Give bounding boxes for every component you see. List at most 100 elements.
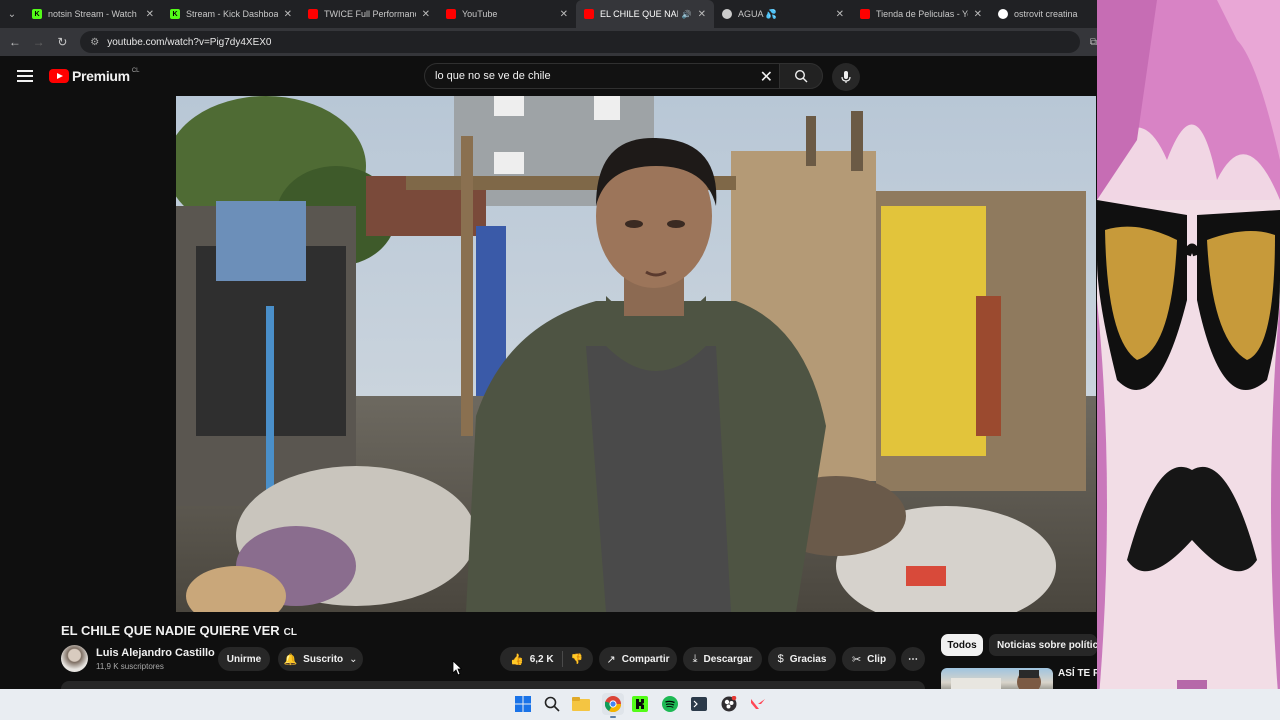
search-button[interactable] bbox=[779, 63, 823, 89]
thumbs-down-icon[interactable]: 👎 bbox=[571, 654, 583, 665]
youtube-icon bbox=[446, 9, 456, 19]
file-explorer-icon[interactable] bbox=[572, 695, 590, 713]
tab-twice-performance[interactable]: TWICE Full Performance - ✕ bbox=[300, 0, 438, 28]
reload-icon[interactable]: ↻ bbox=[51, 35, 75, 49]
subscribed-button[interactable]: 🔔 Suscrito ⌄ bbox=[278, 647, 363, 671]
logo-text: Premium bbox=[72, 68, 130, 84]
spotify-icon[interactable] bbox=[661, 695, 679, 713]
tab-ostrovit[interactable]: ostrovit creatina 300g bbox=[990, 0, 1086, 28]
like-dislike-group: 👍 6,2 K 👎 bbox=[500, 647, 593, 671]
google-icon bbox=[998, 9, 1008, 19]
thanks-label: Gracias bbox=[789, 653, 827, 665]
tab-search-button[interactable]: ⌄ bbox=[0, 0, 24, 28]
download-icon: ⤓ bbox=[692, 652, 698, 665]
site-info-icon[interactable]: ⚙ bbox=[90, 37, 99, 48]
youtube-header: Premium CL lo que no se ve de chile ✕ bbox=[0, 56, 1097, 96]
tab-kick-dashboard[interactable]: K Stream - Kick Dashboard ✕ bbox=[162, 0, 300, 28]
microphone-icon bbox=[841, 71, 851, 83]
share-button[interactable]: ↗ Compartir bbox=[599, 647, 677, 671]
video-player[interactable] bbox=[176, 96, 1096, 612]
close-icon[interactable]: ✕ bbox=[560, 9, 568, 20]
valorant-icon[interactable] bbox=[749, 695, 767, 713]
openai-icon bbox=[722, 9, 732, 19]
windows-start-icon[interactable] bbox=[514, 695, 532, 713]
chip-politics-news[interactable]: Noticias sobre política bbox=[989, 634, 1104, 656]
share-label: Compartir bbox=[621, 653, 670, 665]
cast-icon[interactable]: ⧉ bbox=[1090, 37, 1097, 48]
windows-logo bbox=[515, 696, 531, 712]
video-title: EL CHILE QUE NADIE QUIERE VER CL bbox=[61, 623, 297, 638]
mouse-pointer-icon bbox=[452, 660, 462, 676]
speaker-icon[interactable]: 🔊 bbox=[682, 10, 692, 19]
recommended-title[interactable]: ASÍ TE R bbox=[1058, 668, 1100, 679]
thumbs-up-icon[interactable]: 👍 bbox=[510, 653, 524, 666]
description-box[interactable] bbox=[61, 681, 925, 689]
share-icon: ↗ bbox=[606, 653, 616, 666]
youtube-premium-logo[interactable]: Premium CL bbox=[49, 68, 139, 84]
like-count[interactable]: 6,2 K bbox=[530, 654, 554, 665]
valorant-glyph bbox=[751, 699, 765, 709]
tab-el-chile-active[interactable]: EL CHILE QUE NADIE 🔊 ✕ bbox=[576, 0, 714, 28]
url-text: youtube.com/watch?v=Pig7dy4XEX0 bbox=[107, 36, 272, 48]
bell-icon: 🔔 bbox=[283, 653, 298, 666]
video-title-text: EL CHILE QUE NADIE QUIERE VER bbox=[61, 623, 280, 638]
thanks-icon: $ bbox=[777, 653, 784, 665]
youtube-play-icon bbox=[49, 69, 69, 83]
close-icon[interactable]: ✕ bbox=[146, 9, 154, 20]
clip-button[interactable]: ✂ Clip bbox=[842, 647, 896, 671]
search-icon bbox=[794, 69, 808, 83]
menu-icon[interactable] bbox=[17, 67, 33, 85]
chrome-glyph bbox=[605, 696, 621, 712]
youtube-icon bbox=[308, 9, 318, 19]
forward-arrow-icon[interactable]: → bbox=[27, 35, 51, 49]
close-icon[interactable]: ✕ bbox=[422, 9, 430, 20]
more-actions-button[interactable]: ⋯ bbox=[901, 647, 925, 671]
voice-search-button[interactable] bbox=[832, 63, 860, 91]
tab-title: YouTube bbox=[462, 9, 498, 19]
tab-title: notsin Stream - Watch Live bbox=[48, 9, 140, 19]
close-icon[interactable]: ✕ bbox=[974, 9, 982, 20]
join-button[interactable]: Unirme bbox=[218, 647, 270, 671]
download-button[interactable]: ⤓ Descargar bbox=[683, 647, 762, 671]
chrome-icon[interactable] bbox=[602, 693, 624, 715]
kick-glyph bbox=[632, 696, 648, 712]
download-label: Descargar bbox=[703, 653, 753, 665]
tab-youtube[interactable]: YouTube ✕ bbox=[438, 0, 576, 28]
close-icon[interactable]: ✕ bbox=[836, 9, 844, 20]
kick-icon: K bbox=[32, 9, 42, 19]
close-icon[interactable]: ✕ bbox=[284, 9, 292, 20]
taskbar-search-glyph bbox=[544, 696, 560, 712]
subscriber-count: 11,9 K suscriptores bbox=[96, 662, 164, 671]
screen: ⌄ K notsin Stream - Watch Live ✕ K Strea… bbox=[0, 0, 1280, 720]
thanks-button[interactable]: $ Gracias bbox=[768, 647, 836, 671]
search-icon[interactable] bbox=[543, 695, 561, 713]
region-code: CL bbox=[131, 68, 140, 74]
terminal-icon[interactable] bbox=[690, 695, 708, 713]
join-label: Unirme bbox=[226, 653, 262, 665]
tab-title: AGUA 💦 bbox=[738, 8, 777, 19]
chip-all[interactable]: Todos bbox=[941, 634, 983, 656]
tab-notsin-stream[interactable]: K notsin Stream - Watch Live ✕ bbox=[24, 0, 162, 28]
channel-name[interactable]: Luis Alejandro Castillo bbox=[96, 647, 215, 659]
address-bar[interactable]: ⚙ youtube.com/watch?v=Pig7dy4XEX0 bbox=[80, 31, 1080, 53]
spotify-glyph bbox=[662, 696, 678, 712]
subscribed-label: Suscrito bbox=[303, 653, 344, 665]
tab-title: TWICE Full Performance - bbox=[324, 9, 416, 19]
search-query-text: lo que no se ve de chile bbox=[435, 70, 551, 82]
browser-tab-strip: ⌄ K notsin Stream - Watch Live ✕ K Strea… bbox=[0, 0, 1097, 28]
back-arrow-icon[interactable]: ← bbox=[3, 35, 27, 49]
divider bbox=[561, 651, 563, 667]
tab-title: Stream - Kick Dashboard bbox=[186, 9, 278, 19]
tab-tienda-peliculas[interactable]: Tienda de Peliculas - YouT ✕ bbox=[852, 0, 990, 28]
streamer-overlay bbox=[1097, 0, 1280, 720]
tab-title: ostrovit creatina 300g bbox=[1014, 9, 1078, 19]
clear-search-icon[interactable]: ✕ bbox=[760, 67, 773, 87]
tab-title: Tienda de Peliculas - YouT bbox=[876, 9, 968, 19]
tab-agua[interactable]: AGUA 💦 ✕ bbox=[714, 0, 852, 28]
channel-avatar[interactable] bbox=[61, 645, 88, 672]
obs-glyph bbox=[721, 696, 737, 712]
obs-icon[interactable] bbox=[720, 695, 738, 713]
search-input[interactable]: lo que no se ve de chile ✕ bbox=[424, 63, 779, 89]
kick-app-icon[interactable] bbox=[631, 695, 649, 713]
close-icon[interactable]: ✕ bbox=[698, 9, 706, 20]
